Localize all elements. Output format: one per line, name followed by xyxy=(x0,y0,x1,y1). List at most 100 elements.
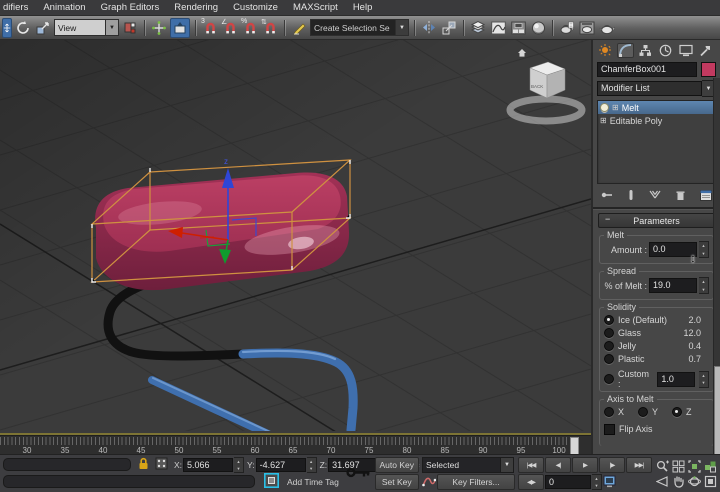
current-frame-field[interactable]: 0 xyxy=(545,475,591,489)
go-to-start-button[interactable]: |◀◀ xyxy=(518,457,544,473)
panel-scrollbar-thumb[interactable] xyxy=(714,366,720,456)
named-selection-dropdown[interactable]: Create Selection Se ▼ xyxy=(310,19,409,36)
radio-icon[interactable] xyxy=(604,328,614,338)
make-unique-button[interactable] xyxy=(649,190,661,202)
flip-axis-row[interactable]: Flip Axis xyxy=(604,423,709,435)
flip-axis-checkbox[interactable] xyxy=(604,424,615,435)
custom-solidity-spinner[interactable]: ▲ ▼ xyxy=(699,371,709,388)
modifier-on-off-bulb-icon[interactable] xyxy=(600,103,609,112)
configure-modifier-sets-button[interactable] xyxy=(700,190,712,203)
solidity-option-custom[interactable]: Custom : 1.0 ▲ ▼ xyxy=(604,373,709,385)
remove-modifier-button[interactable] xyxy=(676,190,685,203)
spinner-down-icon[interactable]: ▼ xyxy=(234,465,243,472)
field-of-view-icon[interactable] xyxy=(655,474,670,488)
material-editor-button[interactable] xyxy=(529,19,547,37)
keyboard-shortcut-override-button[interactable] xyxy=(170,18,190,38)
zoom-extents-all-icon[interactable] xyxy=(703,459,718,473)
spinner-down-icon[interactable]: ▼ xyxy=(699,286,708,294)
mirror-button[interactable] xyxy=(420,19,438,37)
spinner-up-icon[interactable]: ▲ xyxy=(592,475,601,482)
absolute-mode-icon[interactable] xyxy=(155,457,168,472)
set-key-selection-dropdown[interactable]: Selected ▼ xyxy=(422,457,514,473)
zoom-extents-icon[interactable] xyxy=(687,459,702,473)
radio-icon[interactable] xyxy=(604,374,614,384)
auto-key-button[interactable]: Auto Key xyxy=(375,457,420,473)
modifier-list-dropdown[interactable]: Modifier List xyxy=(597,81,702,96)
menu-modifiers[interactable]: difiers xyxy=(3,2,28,13)
set-keys-key-icon[interactable] xyxy=(346,465,372,482)
curve-editor-button[interactable] xyxy=(489,19,507,37)
chevron-down-icon[interactable]: ▼ xyxy=(105,20,118,35)
key-filters-button[interactable]: Key Filters... xyxy=(437,474,515,490)
use-pivot-center-button[interactable] xyxy=(121,19,139,37)
solidity-option-plastic[interactable]: Plastic 0.7 xyxy=(604,353,709,365)
maximize-viewport-icon[interactable] xyxy=(703,474,718,488)
isolate-selection-icon[interactable] xyxy=(264,473,279,490)
object-name-field[interactable]: ChamferBox001 xyxy=(597,62,697,77)
select-move-button[interactable] xyxy=(2,18,12,38)
viewport-canvas[interactable]: z BACK xyxy=(0,40,591,431)
solidity-option-ice[interactable]: Ice (Default) 2.0 xyxy=(604,314,709,326)
menu-help[interactable]: Help xyxy=(353,2,373,13)
select-scale-button[interactable] xyxy=(34,19,52,37)
radio-icon[interactable] xyxy=(604,354,614,364)
spinner-up-icon[interactable]: ▲ xyxy=(699,372,708,380)
y-coordinate-field[interactable]: -4.627 xyxy=(256,458,306,472)
angle-snap-button[interactable]: ∠ xyxy=(221,19,239,37)
spinner-down-icon[interactable]: ▼ xyxy=(699,250,708,258)
next-frame-button[interactable]: |▶ xyxy=(599,457,625,473)
snap-toggle-3d-button[interactable]: 3 xyxy=(201,19,219,37)
menu-customize[interactable]: Customize xyxy=(233,2,278,13)
menu-animation[interactable]: Animation xyxy=(43,2,85,13)
chevron-down-icon[interactable]: ▼ xyxy=(395,20,408,35)
x-coordinate-field[interactable]: 5.066 xyxy=(183,458,233,472)
axis-y-radio[interactable] xyxy=(638,407,648,417)
rendered-frame-window-button[interactable] xyxy=(578,19,596,37)
percent-of-melt-spinner[interactable]: ▲ ▼ xyxy=(699,277,709,294)
go-to-end-button[interactable]: ▶▶| xyxy=(626,457,652,473)
axis-x-radio[interactable] xyxy=(604,407,614,417)
object-color-swatch[interactable] xyxy=(701,62,716,77)
key-mode-toggle-button[interactable]: ◀▶ xyxy=(518,474,544,490)
default-in-out-tangent-icon[interactable] xyxy=(422,475,436,489)
lock-selection-icon[interactable] xyxy=(138,457,149,472)
menu-maxscript[interactable]: MAXScript xyxy=(293,2,338,13)
select-manipulate-button[interactable] xyxy=(150,19,168,37)
modifier-stack-item-melt[interactable]: ⊞ Melt xyxy=(598,101,715,114)
orbit-icon[interactable] xyxy=(687,474,702,488)
schematic-view-button[interactable] xyxy=(509,19,527,37)
pan-hand-icon[interactable] xyxy=(671,474,686,488)
time-slider-trackbar[interactable]: 30 35 40 45 50 55 60 65 70 75 80 85 90 9… xyxy=(0,435,591,456)
menu-rendering[interactable]: Rendering xyxy=(174,2,218,13)
previous-frame-button[interactable]: ◀| xyxy=(545,457,571,473)
spinner-up-icon[interactable]: ▲ xyxy=(699,242,708,250)
frame-spinner[interactable]: ▲ ▼ xyxy=(592,474,602,490)
pin-stack-button[interactable] xyxy=(601,190,613,202)
axis-z-radio[interactable] xyxy=(672,407,682,417)
tab-motion[interactable] xyxy=(657,43,674,58)
select-rotate-button[interactable] xyxy=(14,19,32,37)
solidity-option-glass[interactable]: Glass 12.0 xyxy=(604,327,709,339)
layer-manager-button[interactable] xyxy=(469,19,487,37)
chevron-down-icon[interactable]: ▼ xyxy=(500,458,513,472)
tab-display[interactable] xyxy=(677,43,694,58)
maxscript-mini-listener[interactable] xyxy=(3,475,255,488)
render-production-button[interactable] xyxy=(598,19,616,37)
melt-amount-spinner[interactable]: ▲ ▼ xyxy=(699,241,709,258)
spinner-up-icon[interactable]: ▲ xyxy=(234,458,243,465)
tab-create[interactable] xyxy=(597,43,614,58)
tab-hierarchy[interactable] xyxy=(637,43,654,58)
menu-graph-editors[interactable]: Graph Editors xyxy=(101,2,160,13)
set-key-button[interactable]: Set Key xyxy=(375,474,420,490)
zoom-all-icon[interactable] xyxy=(671,459,686,473)
x-spinner[interactable]: ▲ ▼ xyxy=(234,457,244,473)
radio-icon[interactable] xyxy=(604,315,614,325)
y-spinner[interactable]: ▲ ▼ xyxy=(307,457,317,473)
panel-scrollbar[interactable] xyxy=(713,78,720,456)
collapse-icon[interactable]: − xyxy=(605,214,610,224)
zoom-tool-icon[interactable] xyxy=(655,459,670,473)
spinner-down-icon[interactable]: ▼ xyxy=(699,379,708,387)
spinner-up-icon[interactable]: ▲ xyxy=(699,278,708,286)
add-time-tag-label[interactable]: Add Time Tag xyxy=(287,477,339,487)
perspective-viewport[interactable]: z BACK xyxy=(0,40,591,435)
